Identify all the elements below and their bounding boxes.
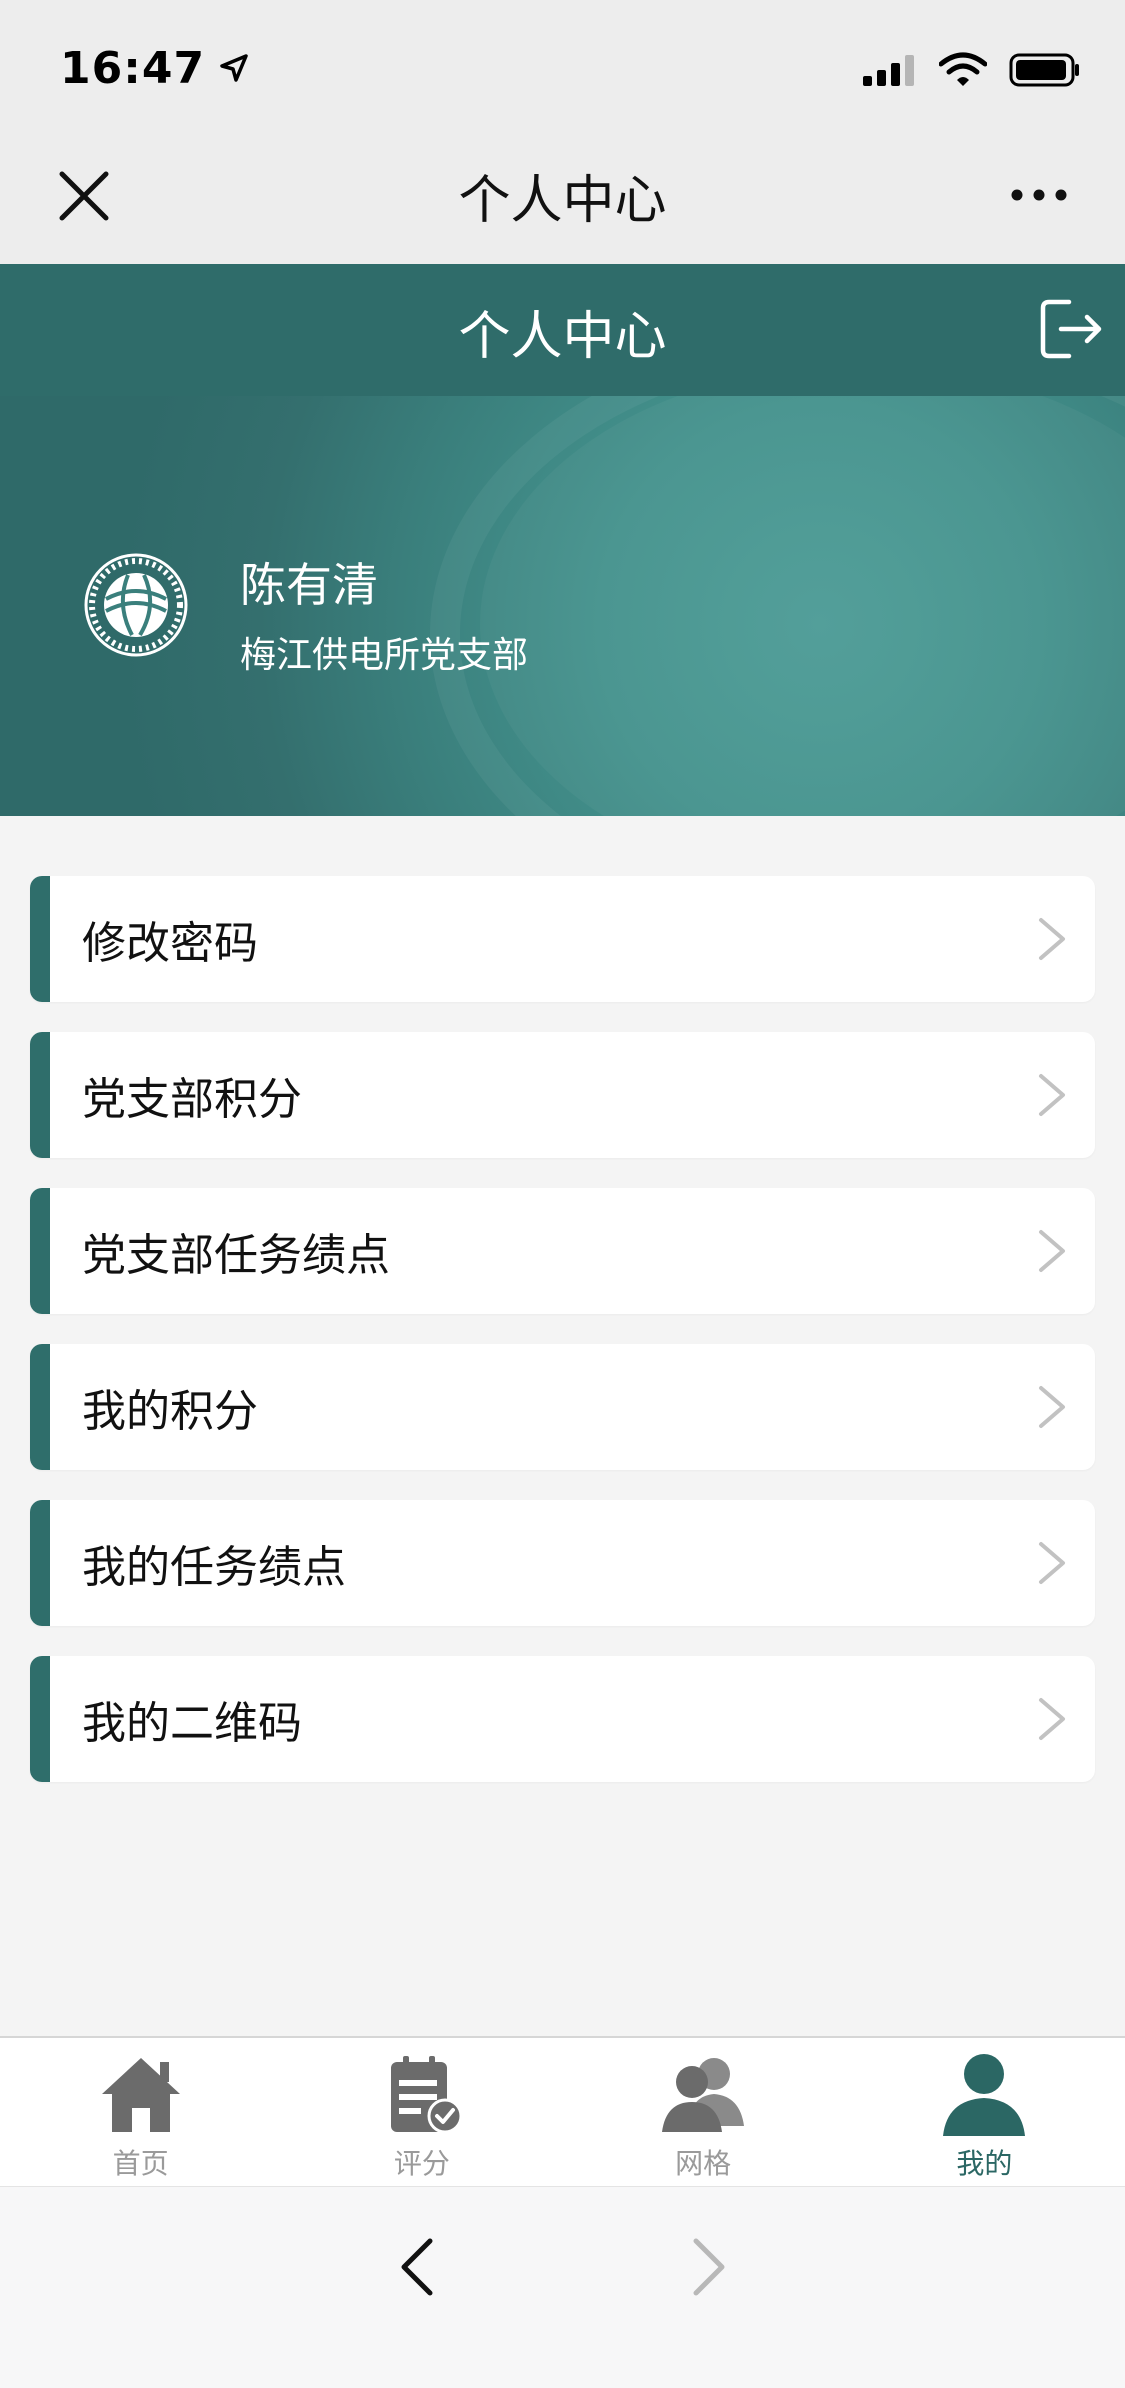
status-time-row: 16:47: [60, 38, 249, 98]
menu-item-accent: [30, 1500, 50, 1626]
chevron-right-icon: [1039, 1542, 1065, 1584]
tab-label: 网格: [675, 2147, 732, 2180]
menu-item-my-points[interactable]: 我的积分: [30, 1344, 1095, 1470]
top-bar: 16:47 个人中心: [0, 0, 1125, 264]
menu-item-label: 我的积分: [82, 1386, 258, 1437]
menu-item-accent: [30, 1032, 50, 1158]
chevron-right-icon: [1039, 1698, 1065, 1740]
back-arrow-icon[interactable]: [396, 2235, 436, 2299]
users-icon: [662, 2058, 745, 2132]
profile-banner: 个人中心 陈有清 梅江供电所党支部: [0, 264, 1125, 816]
tab-label: 首页: [112, 2147, 169, 2180]
banner-title: 个人中心: [458, 307, 667, 367]
menu-item-accent: [30, 1344, 50, 1470]
more-icon[interactable]: [1009, 180, 1069, 210]
chevron-right-icon: [1039, 918, 1065, 960]
tab-home[interactable]: 首页: [0, 2038, 281, 2186]
chevron-right-icon: [1039, 1230, 1065, 1272]
home-icon: [101, 2058, 180, 2132]
status-icons: [863, 48, 1081, 92]
banner-decoration-ring: [430, 324, 1125, 816]
status-time: 16:47: [60, 42, 206, 94]
browser-toolbar: [0, 2186, 1125, 2388]
avatar: [84, 553, 188, 657]
forward-arrow-icon[interactable]: [690, 2235, 730, 2299]
location-arrow-icon: [220, 54, 248, 82]
tab-mine[interactable]: 我的: [844, 2038, 1125, 2186]
battery-icon: [1009, 53, 1079, 87]
user-department: 梅江供电所党支部: [240, 635, 529, 676]
menu-item-my-qr-code[interactable]: 我的二维码: [30, 1656, 1095, 1782]
menu-item-label: 我的任务绩点: [82, 1542, 346, 1593]
clipboard-check-icon: [390, 2056, 463, 2134]
menu-item-accent: [30, 1656, 50, 1782]
logout-icon[interactable]: [1035, 294, 1105, 364]
menu-item-change-password[interactable]: 修改密码: [30, 876, 1095, 1002]
menu-item-label: 党支部任务绩点: [82, 1230, 390, 1281]
menu-item-label: 我的二维码: [82, 1698, 302, 1749]
menu-item-accent: [30, 876, 50, 1002]
wifi-icon: [939, 52, 987, 86]
signal-icon: [863, 55, 914, 86]
chevron-right-icon: [1039, 1386, 1065, 1428]
nav-title: 个人中心: [458, 171, 667, 231]
screen: 16:47 个人中心 个人中心 陈有清 梅江供电所党支部 修改密码 党支部积分 …: [0, 0, 1125, 2388]
banner-header: 个人中心: [0, 264, 1125, 396]
user-icon: [943, 2054, 1026, 2136]
menu-item-branch-points[interactable]: 党支部积分: [30, 1032, 1095, 1158]
chevron-right-icon: [1039, 1074, 1065, 1116]
tab-grid[interactable]: 网格: [563, 2038, 844, 2186]
tab-bar: 首页 评分 网格 我的: [0, 2036, 1125, 2186]
menu-item-my-task-gpa[interactable]: 我的任务绩点: [30, 1500, 1095, 1626]
menu-item-label: 党支部积分: [82, 1074, 302, 1125]
menu-item-accent: [30, 1188, 50, 1314]
menu-list: 修改密码 党支部积分 党支部任务绩点 我的积分 我的任务绩点 我的二维码: [30, 876, 1095, 1812]
menu-item-label: 修改密码: [82, 918, 258, 969]
tab-score[interactable]: 评分: [281, 2038, 562, 2186]
menu-item-branch-task-gpa[interactable]: 党支部任务绩点: [30, 1188, 1095, 1314]
tab-label: 我的: [956, 2147, 1013, 2180]
user-name: 陈有清: [240, 558, 378, 612]
tab-label: 评分: [393, 2147, 450, 2180]
